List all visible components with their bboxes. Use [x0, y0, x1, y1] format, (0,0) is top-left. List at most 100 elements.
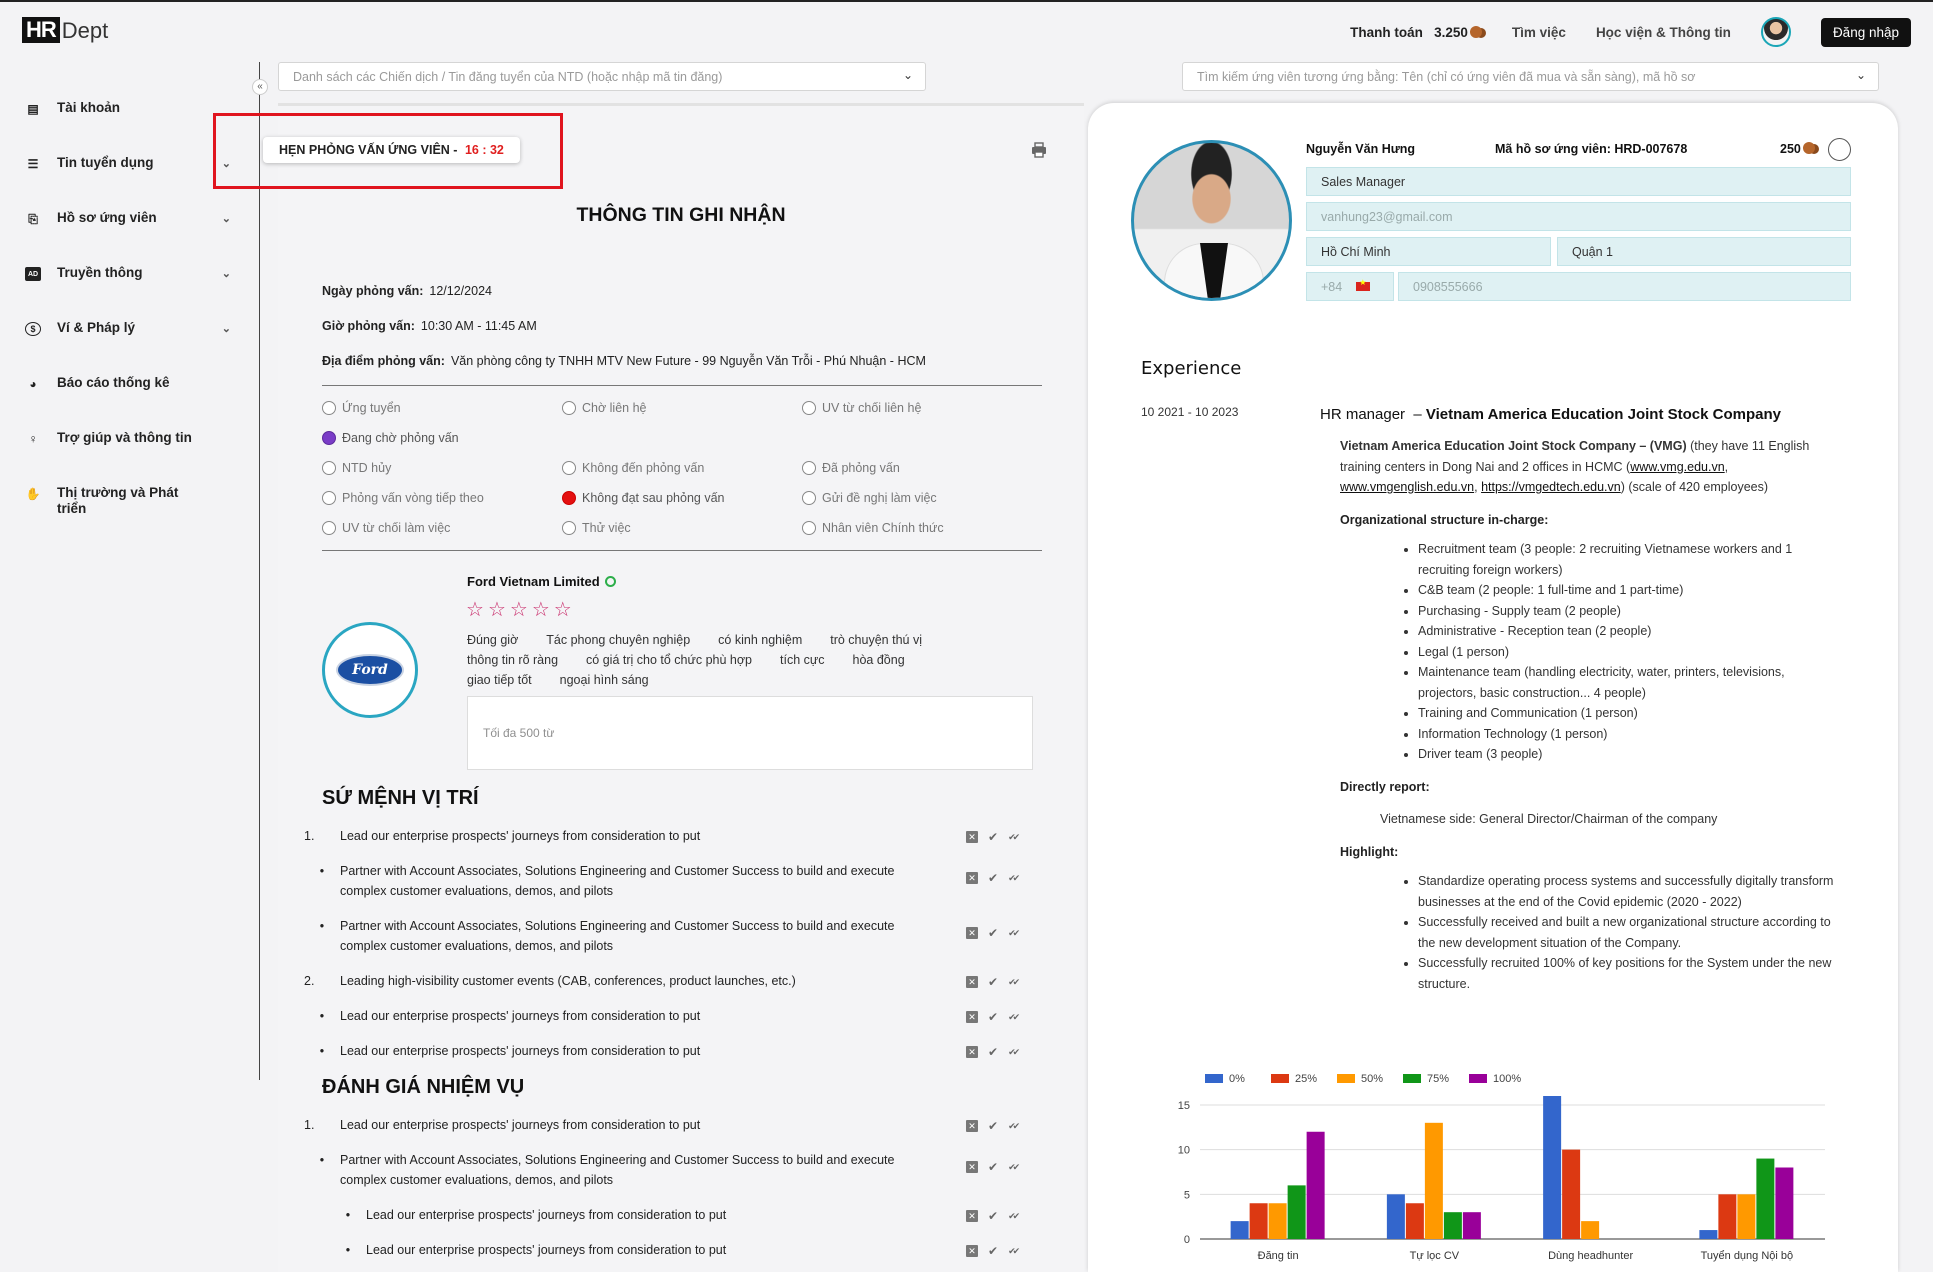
- radio-button[interactable]: [802, 521, 816, 535]
- check-icon[interactable]: ✔: [988, 1010, 998, 1024]
- review-tag[interactable]: Tác phong chuyên nghiệp: [546, 630, 690, 650]
- link-vmg[interactable]: www.vmg.edu.vn: [1630, 460, 1724, 474]
- status-option[interactable]: Gửi đề nghị làm việc: [802, 491, 937, 505]
- star-icon[interactable]: ☆: [488, 600, 506, 620]
- double-check-icon[interactable]: ✔✔: [1008, 1211, 1020, 1222]
- review-tag[interactable]: có giá trị cho tổ chức phù hợp: [586, 650, 752, 670]
- status-option[interactable]: Đã phỏng vấn: [802, 461, 900, 475]
- sidebar-item-2[interactable]: ⎘ Hồ sơ ứng viên ⌄: [0, 210, 255, 265]
- sidebar-item-label: Ví & Pháp lý: [57, 320, 136, 335]
- star-icon[interactable]: ☆: [466, 600, 484, 620]
- double-check-icon[interactable]: ✔✔: [1008, 1121, 1020, 1132]
- radio-button[interactable]: [802, 461, 816, 475]
- star-icon[interactable]: ☆: [510, 600, 528, 620]
- reject-icon[interactable]: ✕: [966, 831, 978, 843]
- review-tag[interactable]: ngoại hình sáng: [560, 670, 649, 690]
- review-tag[interactable]: hòa đồng: [853, 650, 905, 670]
- link-vmgenglish[interactable]: www.vmgenglish.edu.vn: [1340, 480, 1474, 494]
- review-tag[interactable]: tích cực: [780, 650, 825, 670]
- sidebar-item-7[interactable]: ✋ Thị trường và Phát triển: [0, 485, 255, 540]
- candidate-search-select[interactable]: Tìm kiếm ứng viên tương ứng bằng: Tên (c…: [1182, 62, 1879, 91]
- radio-button[interactable]: [322, 401, 336, 415]
- check-icon[interactable]: ✔: [988, 1244, 998, 1258]
- double-check-icon[interactable]: ✔✔: [1008, 1012, 1020, 1023]
- radio-button[interactable]: [562, 491, 576, 505]
- phone-field[interactable]: 0908555666: [1398, 272, 1851, 301]
- double-check-icon[interactable]: ✔✔: [1008, 1162, 1020, 1173]
- review-tag[interactable]: giao tiếp tốt: [467, 670, 532, 690]
- sidebar-item-6[interactable]: ♀ Trợ giúp và thông tin: [0, 430, 255, 485]
- review-tag[interactable]: trò chuyện thú vị: [830, 630, 922, 650]
- review-comment-input[interactable]: Tối đa 500 từ: [467, 696, 1033, 770]
- star-icon[interactable]: ☆: [554, 600, 572, 620]
- check-icon[interactable]: ✔: [988, 975, 998, 989]
- check-icon[interactable]: ✔: [988, 830, 998, 844]
- radio-button[interactable]: [562, 401, 576, 415]
- radio-button[interactable]: [562, 461, 576, 475]
- logo[interactable]: HR Dept: [22, 17, 108, 43]
- collapse-sidebar-icon[interactable]: «: [252, 79, 268, 95]
- nav-academy[interactable]: Học viện & Thông tin: [1596, 25, 1731, 40]
- double-check-icon[interactable]: ✔✔: [1008, 1047, 1020, 1058]
- district-field[interactable]: Quận 1: [1557, 237, 1851, 266]
- reject-icon[interactable]: ✕: [966, 1161, 978, 1173]
- review-tag[interactable]: thông tin rõ ràng: [467, 650, 558, 670]
- city-field[interactable]: Hồ Chí Minh: [1306, 237, 1551, 266]
- reject-icon[interactable]: ✕: [966, 927, 978, 939]
- star-icon[interactable]: ☆: [532, 600, 550, 620]
- sidebar-item-3[interactable]: AD Truyền thông ⌄: [0, 265, 255, 320]
- select-candidate-checkbox[interactable]: [1828, 138, 1851, 161]
- print-icon[interactable]: [1031, 142, 1047, 158]
- user-avatar[interactable]: [1760, 17, 1791, 47]
- double-check-icon[interactable]: ✔✔: [1008, 928, 1020, 939]
- position-field[interactable]: Sales Manager: [1306, 167, 1851, 196]
- status-option[interactable]: NTD hủy: [322, 461, 391, 475]
- double-check-icon[interactable]: ✔✔: [1008, 1246, 1020, 1257]
- sidebar-item-5[interactable]: ◕ Báo cáo thống kê: [0, 375, 255, 430]
- radio-button[interactable]: [802, 401, 816, 415]
- status-option[interactable]: UV từ chối làm việc: [322, 521, 450, 535]
- status-option[interactable]: Không đạt sau phỏng vấn: [562, 491, 724, 505]
- status-option[interactable]: UV từ chối liên hệ: [802, 401, 921, 415]
- status-option[interactable]: Phỏng vấn vòng tiếp theo: [322, 491, 484, 505]
- double-check-icon[interactable]: ✔✔: [1008, 977, 1020, 988]
- reject-icon[interactable]: ✕: [966, 1245, 978, 1257]
- radio-button[interactable]: [322, 461, 336, 475]
- nav-jobs[interactable]: Tìm việc: [1512, 25, 1566, 40]
- status-option[interactable]: Thử việc: [562, 521, 631, 535]
- check-icon[interactable]: ✔: [988, 926, 998, 940]
- phone-code-field[interactable]: +84: [1306, 272, 1394, 301]
- status-option[interactable]: Ứng tuyển: [322, 401, 401, 415]
- double-check-icon[interactable]: ✔✔: [1008, 873, 1020, 884]
- status-option[interactable]: Nhân viên Chính thức: [802, 521, 944, 535]
- reject-icon[interactable]: ✕: [966, 1011, 978, 1023]
- radio-button[interactable]: [562, 521, 576, 535]
- status-option[interactable]: Chờ liên hệ: [562, 401, 646, 415]
- link-vmgedtech[interactable]: https://vmgedtech.edu.vn: [1481, 480, 1621, 494]
- payment-balance[interactable]: Thanh toán 3.250: [1350, 25, 1482, 40]
- email-field[interactable]: vanhung23@gmail.com: [1306, 202, 1851, 231]
- check-icon[interactable]: ✔: [988, 871, 998, 885]
- radio-button[interactable]: [322, 431, 336, 445]
- task-text: Partner with Account Associates, Solutio…: [340, 1153, 895, 1187]
- review-tag[interactable]: có kinh nghiệm: [718, 630, 802, 650]
- radio-button[interactable]: [322, 521, 336, 535]
- radio-button[interactable]: [322, 491, 336, 505]
- check-icon[interactable]: ✔: [988, 1160, 998, 1174]
- check-icon[interactable]: ✔: [988, 1209, 998, 1223]
- reject-icon[interactable]: ✕: [966, 1046, 978, 1058]
- check-icon[interactable]: ✔: [988, 1045, 998, 1059]
- campaign-select[interactable]: Danh sách các Chiến dịch / Tin đăng tuyể…: [278, 62, 926, 91]
- reject-icon[interactable]: ✕: [966, 872, 978, 884]
- review-tag[interactable]: Đúng giờ: [467, 630, 518, 650]
- reject-icon[interactable]: ✕: [966, 1210, 978, 1222]
- status-option[interactable]: Đang chờ phỏng vấn: [322, 431, 459, 445]
- login-button[interactable]: Đăng nhập: [1820, 17, 1911, 47]
- sidebar-item-4[interactable]: $ Ví & Pháp lý ⌄: [0, 320, 255, 375]
- check-icon[interactable]: ✔: [988, 1119, 998, 1133]
- reject-icon[interactable]: ✕: [966, 1120, 978, 1132]
- double-check-icon[interactable]: ✔✔: [1008, 832, 1020, 843]
- status-option[interactable]: Không đến phỏng vấn: [562, 461, 704, 475]
- reject-icon[interactable]: ✕: [966, 976, 978, 988]
- radio-button[interactable]: [802, 491, 816, 505]
